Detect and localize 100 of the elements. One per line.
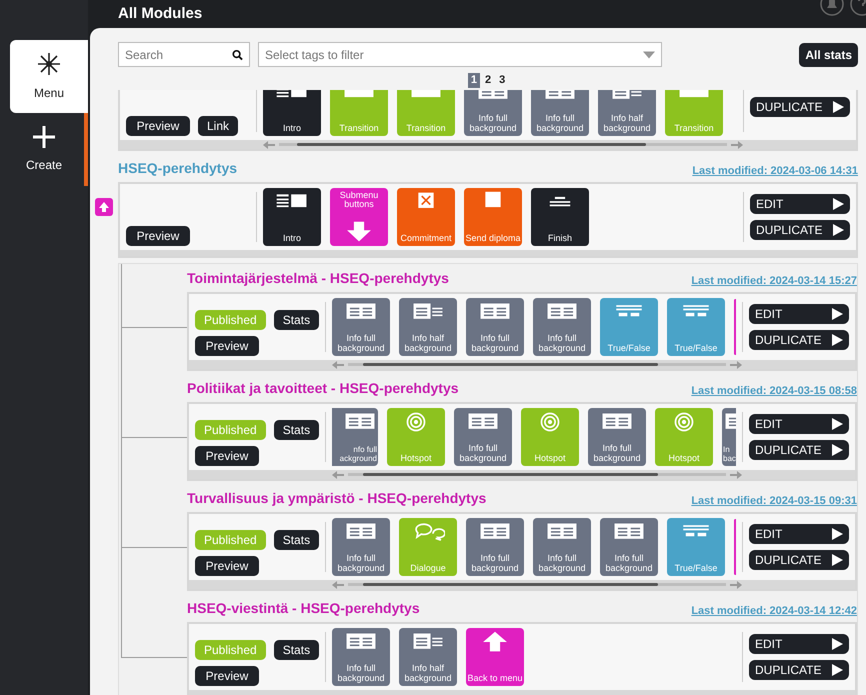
play-icon [832, 334, 843, 346]
slide-tile[interactable]: Info full background [332, 518, 390, 576]
scroll-thumb[interactable] [363, 363, 658, 366]
slide-tile[interactable]: Info full background [533, 298, 591, 356]
slide-tile[interactable]: Info full background [464, 90, 522, 136]
all-stats-button[interactable]: All stats [799, 42, 858, 66]
slide-tile[interactable]: True/False [667, 298, 725, 356]
action-button[interactable]: DUPLICATE [749, 330, 849, 350]
last-modified-link[interactable]: Last modified: 2024-03-06 14:31 [692, 162, 858, 179]
slide-tile[interactable]: In bac [722, 408, 736, 466]
preview-button[interactable]: Preview [195, 556, 259, 576]
right-arrow-icon[interactable] [730, 360, 742, 368]
snowflake-icon [37, 52, 61, 76]
slide-tile[interactable]: True/False [600, 298, 658, 356]
search-field[interactable]: Search [118, 42, 250, 67]
action-button[interactable]: DUPLICATE [749, 550, 849, 570]
slide-tile[interactable]: Commitment [397, 188, 455, 246]
scroll-track[interactable] [348, 363, 726, 366]
action-button[interactable]: EDIT [750, 194, 850, 214]
page-button[interactable]: 1 [468, 73, 480, 88]
stats-button[interactable]: Stats [274, 640, 320, 660]
action-button[interactable]: EDIT [749, 414, 849, 434]
slide-tile[interactable]: Info full background [466, 298, 524, 356]
play-icon [833, 224, 844, 236]
caret-icon [643, 51, 655, 58]
slide-tile[interactable]: Send diploma [464, 188, 522, 246]
play-icon [832, 554, 843, 566]
action-button[interactable]: EDIT [749, 524, 849, 544]
action-button[interactable]: DUPLICATE [750, 97, 850, 117]
play-icon [833, 101, 844, 113]
slide-tile[interactable]: Finish [531, 188, 589, 246]
stats-button[interactable]: Stats [274, 420, 320, 440]
slide-tile[interactable]: Info half background [598, 90, 656, 136]
slide-tile[interactable]: Info full background [588, 408, 646, 466]
play-icon [832, 308, 843, 320]
module-title: HSEQ-perehdytys [118, 159, 238, 178]
last-modified-link[interactable]: Last modified: 2024-03-15 09:31 [691, 492, 857, 509]
link-button[interactable]: Link [198, 116, 238, 136]
module-title: Toimintajärjestelmä - HSEQ-perehdytys [187, 269, 449, 288]
slide-tile[interactable]: Info full background [600, 518, 658, 576]
slide-tile[interactable]: Info half background [399, 628, 457, 686]
last-modified-link[interactable]: Last modified: 2024-03-14 15:27 [691, 272, 857, 289]
slide-tile[interactable]: Info full background [454, 408, 512, 466]
slide-tile[interactable]: Intro [263, 188, 321, 246]
scroll-track[interactable] [348, 473, 726, 476]
action-button[interactable]: DUPLICATE [749, 660, 849, 680]
slide-tile[interactable]: Submenu buttons [330, 188, 388, 246]
preview-button[interactable]: Preview [126, 226, 190, 246]
action-button[interactable]: DUPLICATE [749, 440, 849, 460]
play-icon [832, 664, 843, 676]
slide-tile[interactable]: Info full background [533, 518, 591, 576]
scroll-track[interactable] [279, 143, 727, 146]
scroll-track[interactable] [348, 583, 726, 586]
slide-tile[interactable]: Back to menu [466, 628, 524, 686]
stats-button[interactable]: Stats [274, 310, 320, 330]
sidebar-item[interactable]: Create [0, 113, 88, 186]
preview-button[interactable]: Preview [126, 116, 190, 136]
slide-tile[interactable]: Info full background [332, 298, 390, 356]
slide-tile[interactable]: Intro [263, 90, 321, 136]
play-icon [833, 198, 844, 210]
action-button[interactable]: EDIT [749, 634, 849, 654]
action-button[interactable]: DUPLICATE [750, 220, 850, 240]
collapse-button[interactable] [95, 198, 113, 216]
right-arrow-icon[interactable] [730, 470, 742, 478]
slide-tile[interactable]: Info full background [332, 628, 390, 686]
tag-filter-dropdown[interactable]: Select tags to filter [258, 42, 662, 67]
preview-button[interactable]: Preview [195, 446, 259, 466]
slide-tile[interactable]: Info full background [531, 90, 589, 136]
page-button[interactable]: 3 [496, 73, 508, 88]
search-icon[interactable] [232, 49, 243, 60]
slide-tile[interactable]: Info full background [466, 518, 524, 576]
play-icon [832, 418, 843, 430]
sidebar-item[interactable]: Menu [10, 40, 88, 113]
slide-tile[interactable]: True/False [667, 518, 725, 576]
action-button[interactable]: EDIT [749, 304, 849, 324]
module-title: HSEQ-viestintä - HSEQ-perehdytys [187, 599, 420, 618]
right-arrow-icon[interactable] [730, 580, 742, 588]
plus-icon [33, 126, 55, 148]
last-modified-link[interactable]: Last modified: 2024-03-15 08:58 [691, 382, 857, 399]
left-arrow-icon[interactable] [332, 470, 344, 478]
scroll-thumb[interactable] [363, 473, 658, 476]
play-icon [832, 444, 843, 456]
up-arrow-icon [99, 202, 109, 212]
right-arrow-icon[interactable] [731, 140, 743, 148]
slide-tile[interactable]: nfo full ackground [332, 408, 378, 466]
page-button[interactable]: 2 [482, 73, 494, 88]
page-title: All Modules [118, 4, 202, 24]
left-arrow-icon[interactable] [332, 360, 344, 368]
scroll-thumb[interactable] [296, 143, 646, 146]
last-modified-link[interactable]: Last modified: 2024-03-14 12:42 [691, 602, 857, 619]
left-arrow-icon[interactable] [332, 580, 344, 588]
play-icon [832, 638, 843, 650]
preview-button[interactable]: Preview [195, 666, 259, 686]
stats-button[interactable]: Stats [274, 530, 320, 550]
scroll-thumb[interactable] [363, 583, 658, 586]
play-icon [832, 528, 843, 540]
slide-tile[interactable]: Info half background [399, 298, 457, 356]
left-arrow-icon[interactable] [263, 140, 275, 148]
preview-button[interactable]: Preview [195, 336, 259, 356]
module-title: Politiikat ja tavoitteet - HSEQ-perehdytys [187, 379, 459, 398]
